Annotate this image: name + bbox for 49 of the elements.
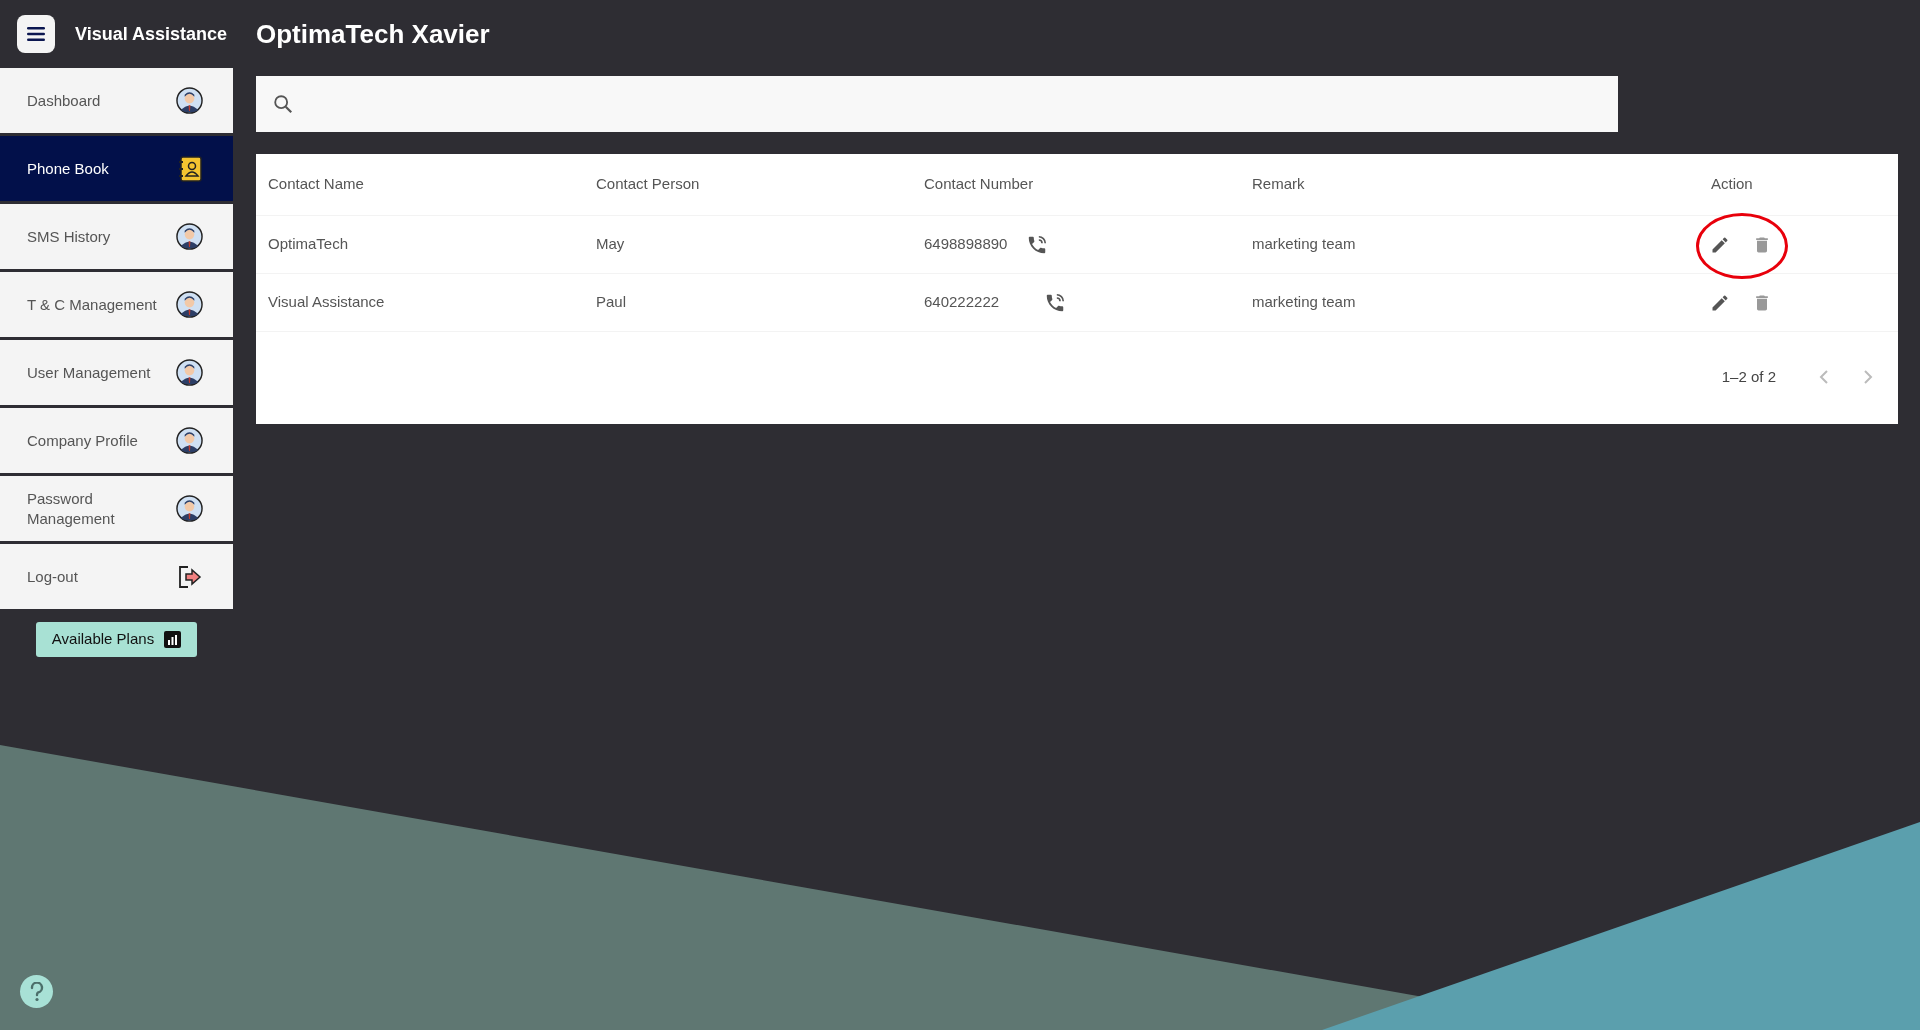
sidebar-item[interactable]: Phone Book [0,136,233,201]
sidebar-item[interactable]: Company Profile [0,408,233,473]
sidebar-item[interactable]: T & C Management [0,272,233,337]
call-button[interactable] [1044,291,1066,314]
table-cell-text: marketing team [1252,292,1357,313]
chevron-left-icon [1819,369,1829,385]
column-header: Remark [1252,174,1305,195]
sidebar-item[interactable]: Log-out [0,544,233,609]
avatar-icon [176,291,203,318]
table-cell-text: 6498898890 [924,234,1009,255]
phone-icon [1026,233,1048,256]
sidebar-item[interactable]: Dashboard [0,68,233,133]
column-header: Contact Name [268,174,364,195]
available-plans-button[interactable]: Available Plans [35,622,198,657]
bar-chart-icon [164,631,182,648]
avatar-icon [176,87,203,114]
phone-icon [1044,291,1066,314]
column-header: Contact Person [596,174,700,195]
table-cell-text: Paul [596,292,628,313]
table-cell-text: OptimaTech [268,234,350,255]
table-cell-text: Visual Assistance [268,292,386,313]
search-icon [272,93,294,115]
avatar-icon [176,495,203,522]
avatar-icon [176,427,203,454]
pagination-text: 1–2 of 2 [1721,366,1776,387]
avatar-icon [176,223,203,250]
address-book-icon [179,155,203,182]
search-field[interactable] [256,76,1618,132]
page-title: OptimaTech Xavier [256,17,490,51]
table-cell-text: 640222222 [924,292,1001,313]
sidebar-item[interactable]: User Management [0,340,233,405]
menu-button[interactable] [17,15,55,53]
pencil-icon [1710,292,1730,313]
app-name: Visual Assistance [75,22,228,46]
edit-button[interactable] [1710,234,1730,255]
help-icon [29,981,44,1002]
table-cell-text: marketing team [1252,234,1357,255]
table-cell-text: May [596,234,626,255]
column-header: Action [1711,174,1753,195]
sidebar-item[interactable]: Password Management [0,476,233,541]
sidebar-item[interactable]: SMS History [0,204,233,269]
logout-icon [177,563,203,590]
column-header: Contact Number [924,174,1034,195]
avatar-icon [176,359,203,386]
call-button[interactable] [1026,233,1048,256]
pencil-icon [1710,234,1730,255]
chevron-right-icon [1863,369,1873,385]
edit-button[interactable] [1710,292,1730,313]
menu-icon [27,27,45,41]
